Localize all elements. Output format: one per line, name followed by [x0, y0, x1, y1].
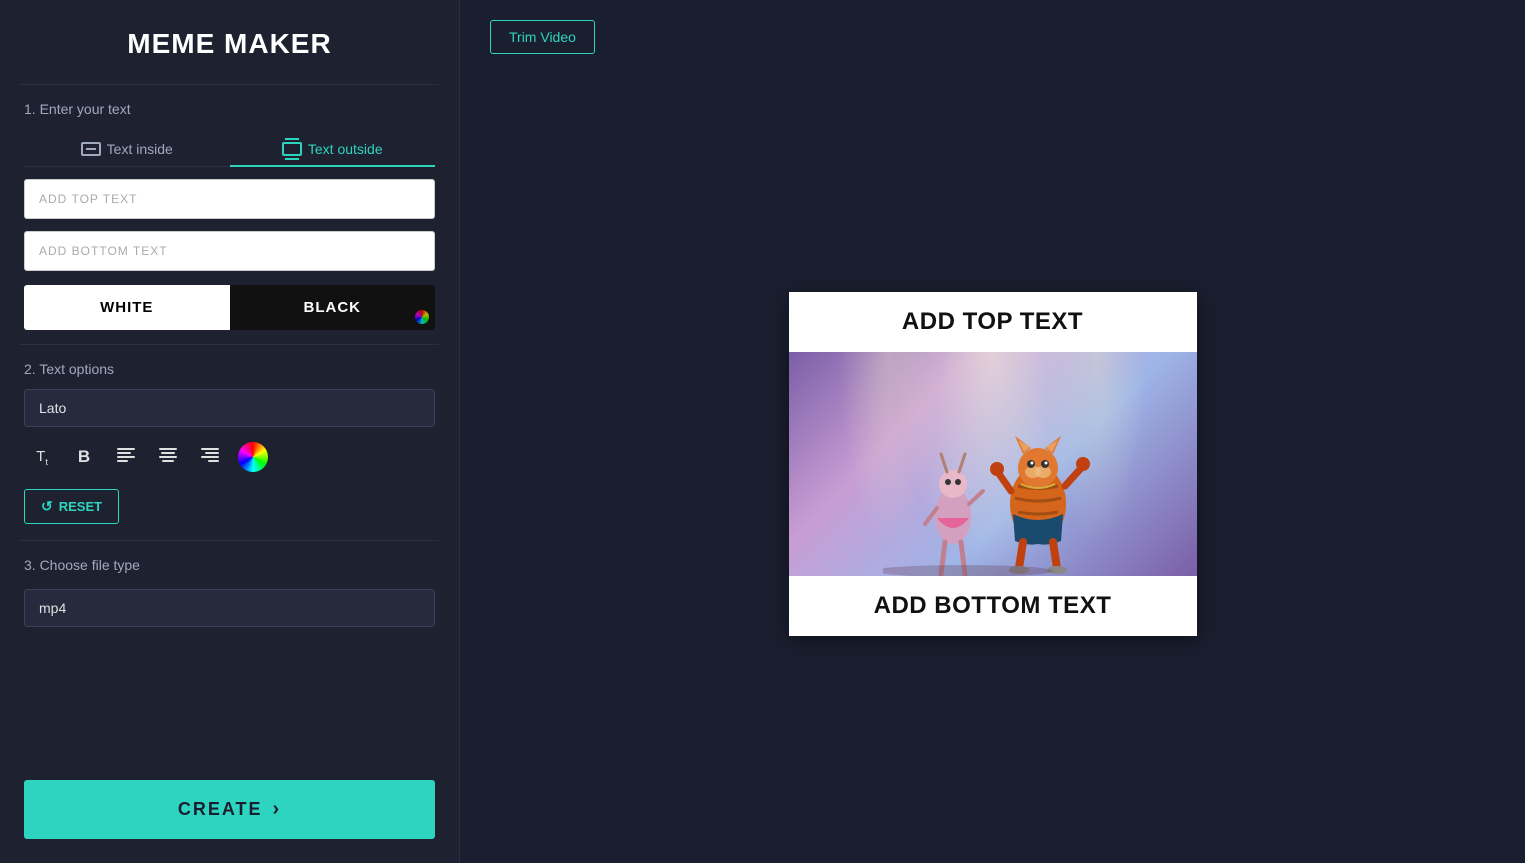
- font-size-button[interactable]: Tt: [24, 439, 60, 475]
- bottom-text-input[interactable]: [24, 231, 435, 271]
- step3-label: 3. Choose file type: [0, 541, 459, 585]
- text-outside-icon: [282, 142, 302, 156]
- bold-button[interactable]: B: [66, 439, 102, 475]
- step1-label: 1. Enter your text: [0, 85, 459, 129]
- bold-icon: B: [78, 447, 90, 467]
- create-btn-wrapper: CREATE ›: [0, 764, 459, 863]
- reset-icon: ↺: [41, 498, 53, 515]
- tabs-container: Text inside Text outside: [24, 133, 435, 167]
- align-left-icon: [117, 448, 135, 467]
- file-type-select[interactable]: mp4 gif jpg png: [24, 589, 435, 627]
- right-panel: Trim Video ADD TOP TEXT: [460, 0, 1525, 863]
- align-center-icon: [159, 448, 177, 467]
- meme-top-text: ADD TOP TEXT: [789, 292, 1197, 352]
- trim-video-button[interactable]: Trim Video: [490, 20, 595, 54]
- align-center-button[interactable]: [150, 439, 186, 475]
- align-right-button[interactable]: [192, 439, 228, 475]
- color-buttons-container: WHITE BLACK: [24, 285, 435, 330]
- create-arrow-icon: ›: [273, 798, 282, 821]
- characters-illustration: [883, 396, 1103, 576]
- text-inside-icon: [81, 142, 101, 156]
- reset-label: RESET: [59, 499, 102, 514]
- create-button[interactable]: CREATE ›: [24, 780, 435, 839]
- align-left-button[interactable]: [108, 439, 144, 475]
- tab-text-inside[interactable]: Text inside: [24, 133, 230, 167]
- format-toolbar: Tt B: [24, 439, 435, 475]
- tab-text-outside-label: Text outside: [308, 141, 383, 157]
- align-right-icon: [201, 448, 219, 467]
- font-size-icon: Tt: [36, 448, 48, 467]
- black-color-button[interactable]: BLACK: [230, 285, 436, 330]
- color-wheel-picker[interactable]: [238, 442, 268, 472]
- top-text-input[interactable]: [24, 179, 435, 219]
- left-panel: MEME MAKER 1. Enter your text Text insid…: [0, 0, 460, 863]
- text-options-section: Lato Arial Impact Georgia Verdana Tt B: [0, 389, 459, 524]
- file-type-section: mp4 gif jpg png: [0, 589, 459, 627]
- create-label: CREATE: [178, 799, 263, 820]
- text-inputs-container: [0, 179, 459, 271]
- white-color-button[interactable]: WHITE: [24, 285, 230, 330]
- tab-text-inside-label: Text inside: [107, 141, 173, 157]
- tab-text-outside[interactable]: Text outside: [230, 133, 436, 167]
- step2-label: 2. Text options: [0, 345, 459, 389]
- reset-button[interactable]: ↺ RESET: [24, 489, 119, 524]
- meme-preview: ADD TOP TEXT: [789, 292, 1197, 636]
- font-select[interactable]: Lato Arial Impact Georgia Verdana: [24, 389, 435, 427]
- meme-image: [789, 352, 1197, 576]
- app-title: MEME MAKER: [0, 0, 459, 84]
- meme-bottom-text: ADD BOTTOM TEXT: [789, 576, 1197, 636]
